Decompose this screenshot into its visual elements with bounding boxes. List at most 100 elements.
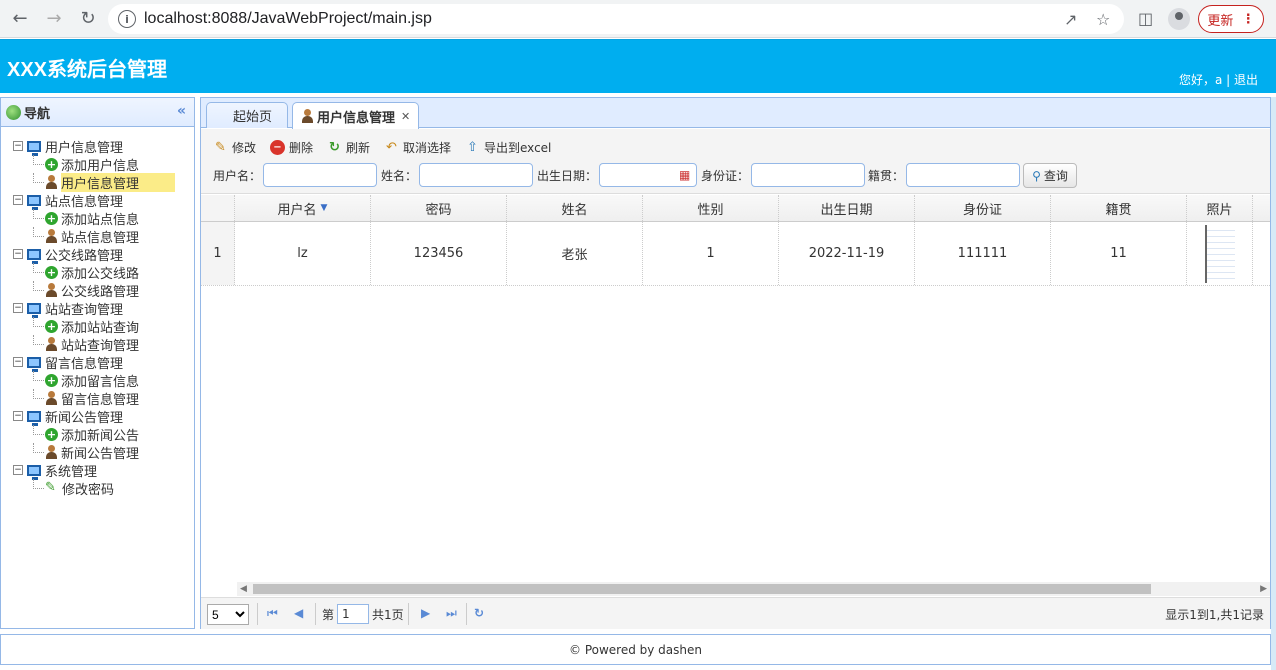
name-input[interactable]	[419, 163, 534, 187]
tree-group-station[interactable]: − 站点信息管理	[11, 191, 175, 210]
footer-text: © Powered by dashen	[569, 642, 702, 657]
scroll-right-icon[interactable]: ▶	[1260, 582, 1267, 596]
cell-username: lz	[235, 222, 371, 285]
header-name[interactable]: 姓名	[507, 195, 643, 221]
tree-item-message-manage[interactable]: 留言信息管理	[11, 389, 175, 408]
collapse-toggle-icon[interactable]: −	[13, 303, 23, 313]
next-page-icon[interactable]: ▶	[421, 606, 430, 620]
collapse-toggle-icon[interactable]: −	[13, 465, 23, 475]
browser-toolbar: ← → ↻ i localhost:8088/JavaWebProject/ma…	[0, 0, 1276, 38]
tree-item-news-manage[interactable]: 新闻公告管理	[11, 443, 175, 462]
header-password[interactable]: 密码	[371, 195, 507, 221]
scrollbar-thumb[interactable]	[253, 584, 1151, 594]
pager-info: 显示1到1,共1记录	[1165, 608, 1264, 622]
photo-thumbnail[interactable]	[1204, 224, 1235, 283]
tree-item-label: 留言信息管理	[61, 392, 140, 408]
query-label: 查询	[1043, 169, 1068, 183]
horizontal-scrollbar[interactable]: ◀ ▶	[237, 582, 1270, 596]
edit-button[interactable]: ✎ 修改	[213, 139, 256, 156]
tree-item-add-query[interactable]: + 添加站站查询	[11, 317, 175, 336]
collapse-toggle-icon[interactable]: −	[13, 195, 23, 205]
tree-item-user-manage[interactable]: 用户信息管理	[11, 172, 176, 192]
tree-item-add-station[interactable]: + 添加站点信息	[11, 209, 175, 228]
unselect-button[interactable]: ↶ 取消选择	[384, 139, 451, 156]
header-native[interactable]: 籍贯	[1051, 195, 1187, 221]
collapse-toggle-icon[interactable]: −	[13, 249, 23, 259]
welcome-logout-link[interactable]: 您好，a | 退出	[1179, 71, 1258, 88]
close-icon[interactable]: ✕	[401, 110, 410, 123]
forward-icon[interactable]: →	[40, 5, 68, 33]
profile-avatar[interactable]	[1168, 8, 1190, 30]
sidebar-header: 导航 «	[1, 98, 194, 127]
header-gender[interactable]: 性别	[643, 195, 779, 221]
refresh-button[interactable]: ↻ 刷新	[327, 139, 370, 156]
tree-item-station-manage[interactable]: 站点信息管理	[11, 227, 175, 246]
tree-item-label: 添加站站查询	[61, 320, 140, 336]
header-photo[interactable]: 照片	[1187, 195, 1253, 221]
computer-icon	[27, 248, 41, 264]
tree-item-add-bus[interactable]: + 添加公交线路	[11, 263, 175, 282]
tree-item-bus-manage[interactable]: 公交线路管理	[11, 281, 175, 300]
bookmark-star-icon[interactable]: ☆	[1096, 10, 1110, 29]
tree-group-bus[interactable]: − 公交线路管理	[11, 245, 175, 264]
sidepanel-icon[interactable]: ◫	[1138, 9, 1153, 28]
last-page-icon[interactable]: ⏭	[446, 606, 457, 621]
cell-idcard: 111111	[915, 222, 1051, 285]
share-icon[interactable]: ↗	[1064, 10, 1077, 29]
tree-item-change-password[interactable]: ✎ 修改密码	[11, 479, 175, 498]
page-prefix: 第	[322, 608, 335, 622]
header-birth[interactable]: 出生日期	[779, 195, 915, 221]
native-input[interactable]	[906, 163, 1021, 187]
table-row[interactable]: 1 lz 123456 老张 1 2022-11-19 111111 11	[201, 222, 1270, 286]
tree-group-query[interactable]: − 站站查询管理	[11, 299, 175, 318]
row-number: 1	[201, 222, 235, 285]
tab-label: 用户信息管理	[317, 110, 396, 126]
cell-photo	[1187, 222, 1253, 285]
tree-item-query-manage[interactable]: 站站查询管理	[11, 335, 175, 354]
user-icon	[45, 283, 58, 297]
idcard-input[interactable]	[751, 163, 866, 187]
export-excel-button[interactable]: ⇧ 导出到excel	[465, 139, 551, 156]
collapse-toggle-icon[interactable]: −	[13, 141, 23, 151]
tree-item-label: 修改密码	[62, 482, 115, 498]
collapse-toggle-icon[interactable]: −	[13, 357, 23, 367]
reload-icon[interactable]: ↻	[74, 5, 102, 33]
reload-icon[interactable]: ↻	[474, 606, 484, 620]
header-rownum	[201, 195, 235, 221]
page-size-select[interactable]: 5	[207, 604, 249, 625]
tree-group-label: 站点信息管理	[45, 194, 124, 210]
collapse-icon[interactable]: «	[177, 103, 186, 119]
add-icon: +	[45, 211, 58, 225]
header-username[interactable]: 用户名 ▼	[235, 195, 371, 221]
delete-button[interactable]: − 删除	[270, 139, 313, 156]
nav-sidebar: 导航 « − 用户信息管理 + 添加用户信息 用户信息管理 − 站点信息管理 + 添加站…	[0, 97, 195, 629]
tree-item-add-user[interactable]: + 添加用户信息	[11, 155, 175, 174]
tree-item-add-message[interactable]: + 添加留言信息	[11, 371, 175, 390]
column-header: 性别	[697, 202, 724, 218]
tree-group-system[interactable]: − 系统管理	[11, 461, 175, 480]
collapse-toggle-icon[interactable]: −	[13, 411, 23, 421]
tab-user-manage[interactable]: 用户信息管理 ✕	[292, 102, 420, 129]
header-idcard[interactable]: 身份证	[915, 195, 1051, 221]
update-button[interactable]: 更新 ⋮	[1198, 5, 1264, 33]
page-number-input[interactable]: 1	[337, 604, 369, 624]
back-icon[interactable]: ←	[6, 5, 34, 33]
sort-desc-icon: ▼	[320, 203, 328, 213]
tab-bar: 起始页 用户信息管理 ✕	[201, 98, 1270, 129]
tree-group-message[interactable]: − 留言信息管理	[11, 353, 175, 372]
scroll-left-icon[interactable]: ◀	[240, 582, 247, 596]
prev-page-icon[interactable]: ◀	[294, 606, 303, 620]
tree-item-label: 添加公交线路	[61, 266, 140, 282]
username-input[interactable]	[263, 163, 378, 187]
tree-item-add-news[interactable]: + 添加新闻公告	[11, 425, 175, 444]
first-page-icon[interactable]: ⏮	[267, 606, 278, 621]
site-info-icon[interactable]: i	[118, 10, 136, 28]
calendar-icon[interactable]: ▦	[679, 168, 690, 182]
tree-group-user[interactable]: − 用户信息管理	[11, 137, 175, 156]
grid-header: 用户名 ▼ 密码 姓名 性别 出生日期 身份证 籍贯 照片	[201, 195, 1270, 222]
query-button[interactable]: ⚲ 查询	[1023, 163, 1077, 188]
tree-group-news[interactable]: − 新闻公告管理	[11, 407, 175, 426]
tab-home[interactable]: 起始页	[206, 102, 288, 128]
address-bar[interactable]: i localhost:8088/JavaWebProject/main.jsp…	[108, 4, 1124, 34]
computer-icon	[27, 356, 41, 372]
